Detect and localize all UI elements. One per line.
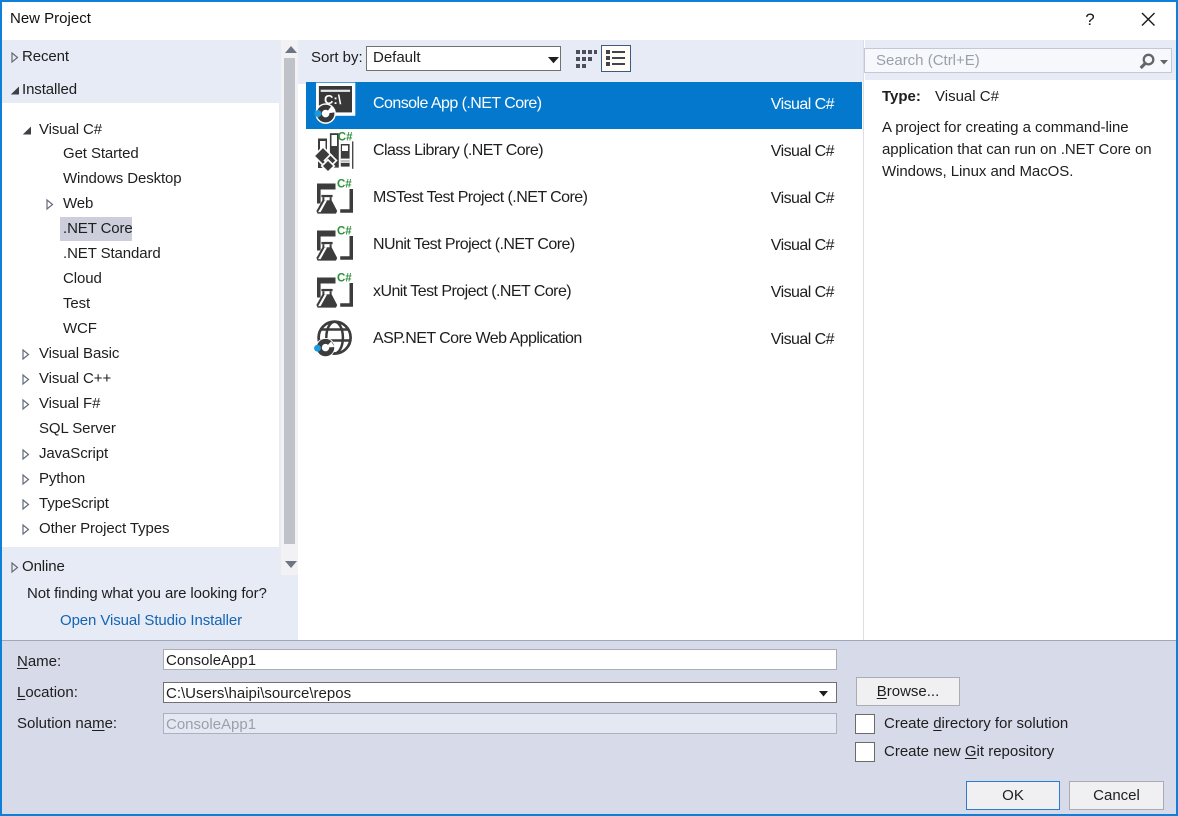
svg-text:C#: C# bbox=[337, 272, 352, 284]
svg-text:C#: C# bbox=[337, 225, 352, 237]
svg-text:C#: C# bbox=[338, 132, 353, 144]
svg-text:C#: C# bbox=[337, 178, 352, 190]
